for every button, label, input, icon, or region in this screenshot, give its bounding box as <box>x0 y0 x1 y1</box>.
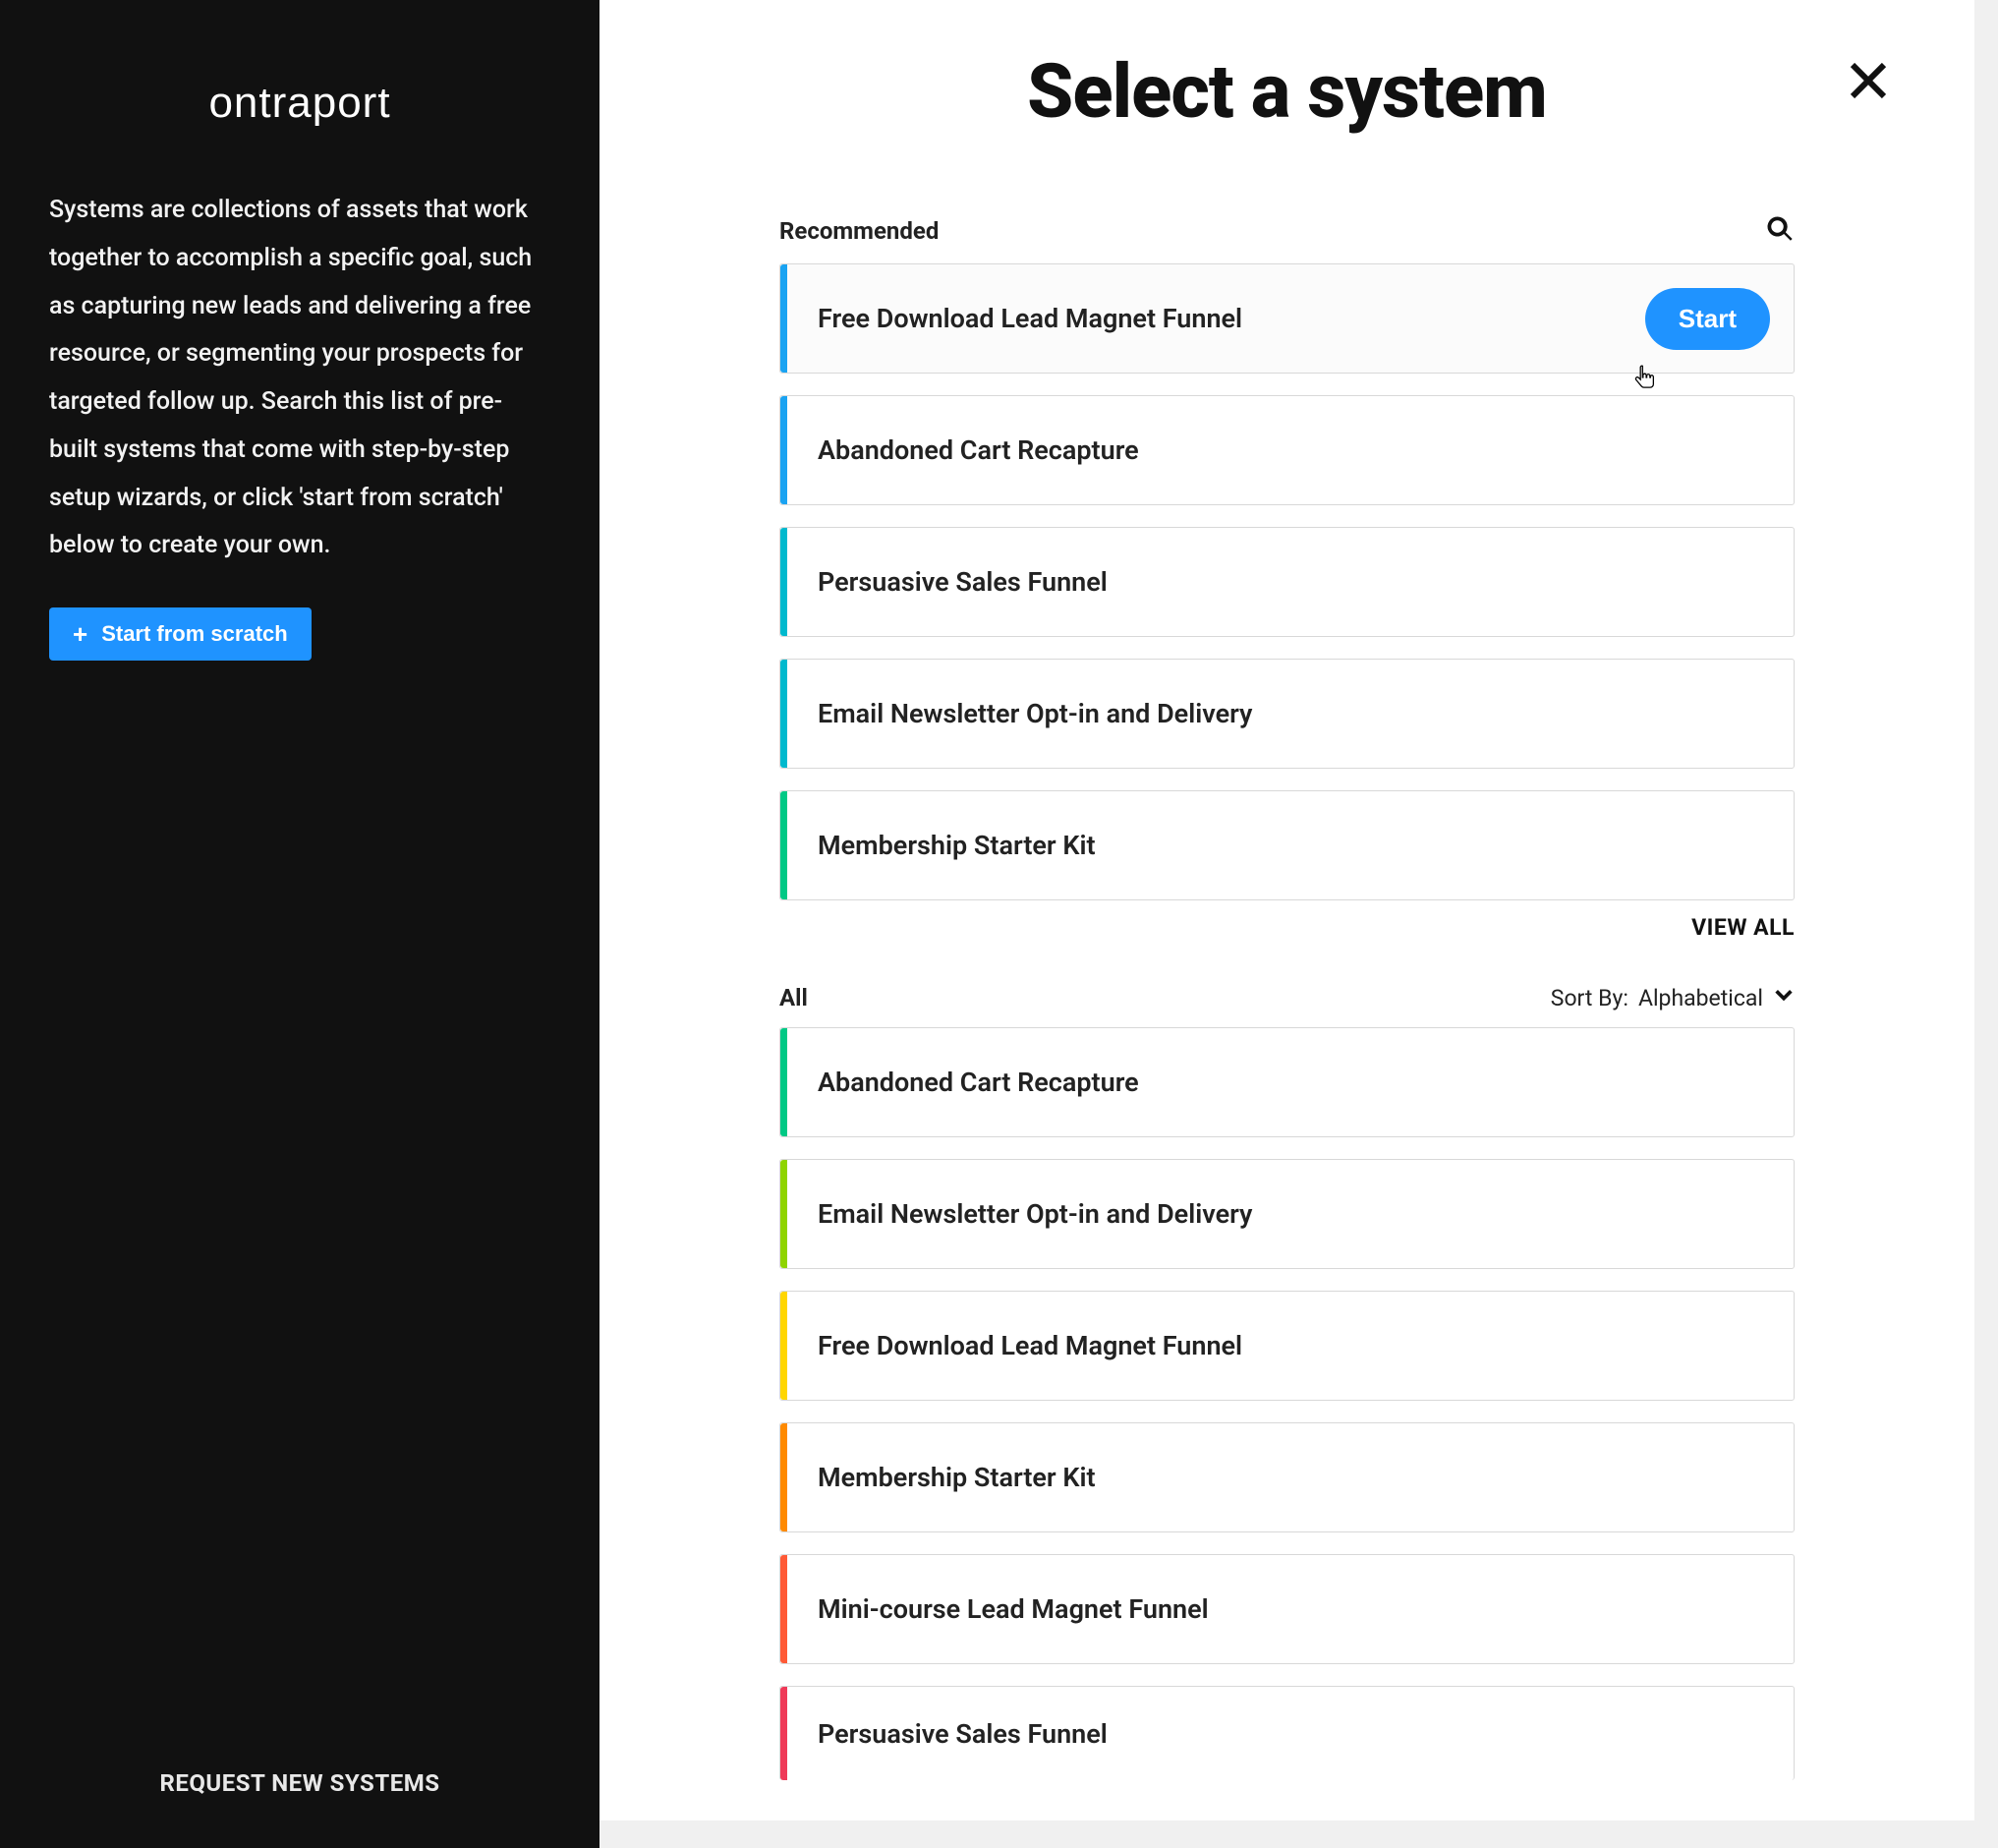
sidebar: ontraport Systems are collections of ass… <box>0 0 599 1848</box>
all-header: All Sort By: Alphabetical <box>779 984 1795 1011</box>
search-icon <box>1765 229 1795 248</box>
list-item[interactable]: Persuasive Sales Funnel <box>779 1686 1795 1780</box>
search-button[interactable] <box>1765 214 1795 248</box>
list-item[interactable]: Abandoned Cart Recapture <box>779 1027 1795 1137</box>
content-area: Recommended Free Download Lead Magnet Fu… <box>779 214 1795 1780</box>
recommended-label: Recommended <box>779 217 939 245</box>
system-title: Mini-course Lead Magnet Funnel <box>818 1593 1209 1625</box>
sort-value: Alphabetical <box>1638 985 1763 1011</box>
chevron-down-icon <box>1773 984 1795 1011</box>
list-item[interactable]: Persuasive Sales Funnel <box>779 527 1795 637</box>
all-label: All <box>779 984 808 1011</box>
list-item[interactable]: Email Newsletter Opt-in and Delivery <box>779 1159 1795 1269</box>
start-button[interactable]: Start <box>1645 288 1770 350</box>
brand-logo: ontraport <box>49 79 550 128</box>
sort-dropdown[interactable]: Sort By: Alphabetical <box>1551 984 1795 1011</box>
system-title: Email Newsletter Opt-in and Delivery <box>818 1198 1252 1230</box>
system-title: Persuasive Sales Funnel <box>818 1718 1108 1750</box>
all-list: Abandoned Cart Recapture Email Newsletter… <box>779 1027 1795 1780</box>
sidebar-description: Systems are collections of assets that w… <box>49 187 550 570</box>
system-title: Membership Starter Kit <box>818 1462 1096 1493</box>
list-item[interactable]: Email Newsletter Opt-in and Delivery <box>779 659 1795 769</box>
page-title: Select a system <box>1027 47 1547 136</box>
main-panel: Select a system Recommended Free Downloa… <box>599 0 1998 1848</box>
system-title: Abandoned Cart Recapture <box>818 1067 1139 1098</box>
request-new-systems-link[interactable]: REQUEST NEW SYSTEMS <box>49 1758 550 1809</box>
start-from-scratch-label: Start from scratch <box>101 621 288 647</box>
app-window: ontraport Systems are collections of ass… <box>0 0 1998 1848</box>
system-title: Free Download Lead Magnet Funnel <box>818 1330 1242 1361</box>
list-item[interactable]: Membership Starter Kit <box>779 1422 1795 1532</box>
system-title: Email Newsletter Opt-in and Delivery <box>818 698 1252 729</box>
system-title: Abandoned Cart Recapture <box>818 434 1139 466</box>
start-from-scratch-button[interactable]: + Start from scratch <box>49 607 312 661</box>
sort-by-label: Sort By: <box>1551 985 1628 1011</box>
view-all-link[interactable]: VIEW ALL <box>779 914 1795 941</box>
system-title: Persuasive Sales Funnel <box>818 566 1108 598</box>
list-item[interactable]: Free Download Lead Magnet Funnel Start <box>779 263 1795 374</box>
close-button[interactable] <box>1849 61 1888 104</box>
system-title: Free Download Lead Magnet Funnel <box>818 303 1242 334</box>
list-item[interactable]: Abandoned Cart Recapture <box>779 395 1795 505</box>
list-item[interactable]: Membership Starter Kit <box>779 790 1795 900</box>
list-item[interactable]: Mini-course Lead Magnet Funnel <box>779 1554 1795 1664</box>
plus-icon: + <box>73 621 87 647</box>
recommended-header: Recommended <box>779 214 1795 248</box>
close-icon <box>1849 86 1888 104</box>
system-title: Membership Starter Kit <box>818 830 1096 861</box>
recommended-list: Free Download Lead Magnet Funnel Start Aba… <box>779 263 1795 900</box>
list-item[interactable]: Free Download Lead Magnet Funnel <box>779 1291 1795 1401</box>
